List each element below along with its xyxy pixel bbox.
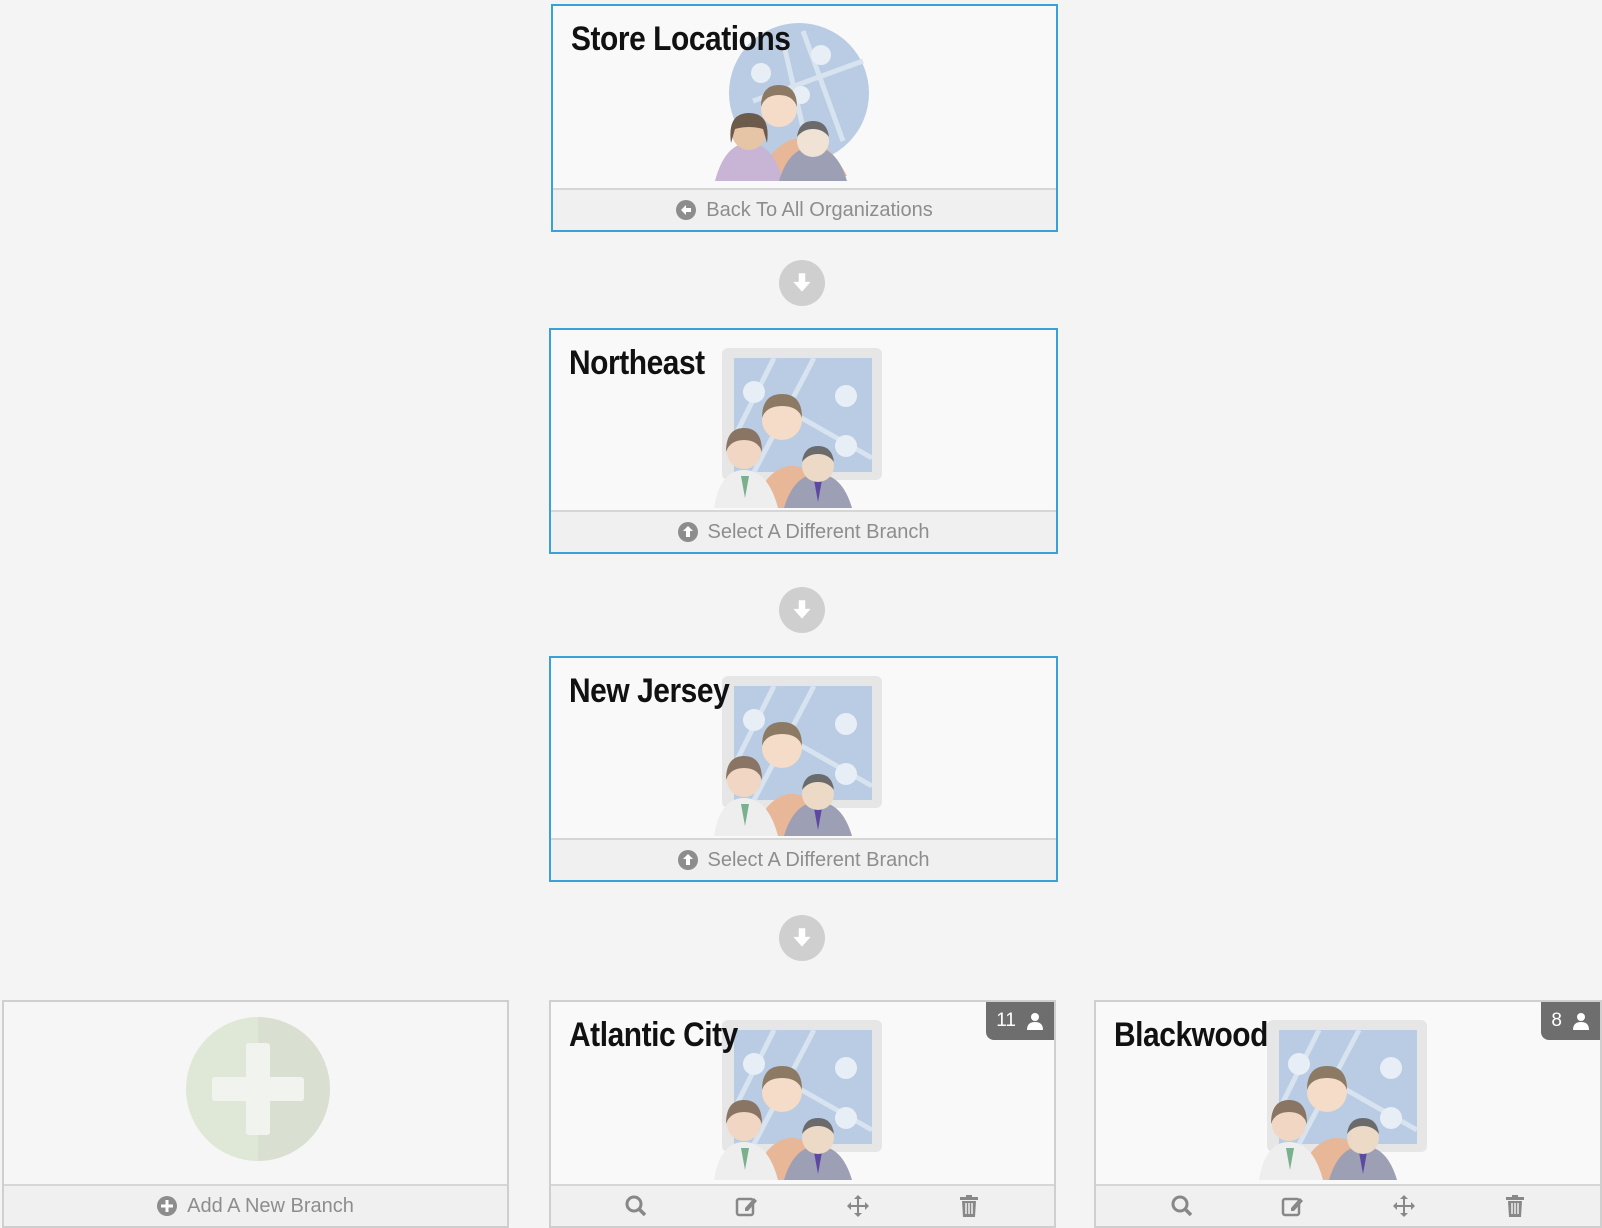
member-count: 8 <box>1551 1010 1562 1031</box>
branch-card-blackwood: Blackwood 8 <box>1094 1000 1602 1228</box>
arrow-down-icon <box>779 587 825 633</box>
branch-toolbar <box>551 1184 1054 1226</box>
people-illustration-icon <box>713 1020 885 1180</box>
footer-label: Back To All Organizations <box>706 198 933 221</box>
move-icon[interactable] <box>1392 1194 1416 1218</box>
card-title: Atlantic City <box>569 1016 738 1054</box>
circle-arrow-up-icon <box>677 850 698 870</box>
people-illustration-icon <box>713 348 885 508</box>
branch-card-atlantic-city: Atlantic City 11 <box>549 1000 1056 1228</box>
arrow-down-icon <box>779 260 825 306</box>
branch-toolbar <box>1096 1184 1600 1226</box>
people-illustration-icon <box>713 676 885 836</box>
plus-circle-icon <box>186 1017 330 1161</box>
arrow-down-icon <box>779 915 825 961</box>
back-to-all-organizations-button[interactable]: Back To All Organizations <box>553 188 1056 230</box>
footer-label: Select A Different Branch <box>707 520 930 543</box>
edit-icon[interactable] <box>735 1194 759 1218</box>
member-count: 11 <box>996 1010 1016 1031</box>
add-branch-card[interactable]: Add A New Branch <box>2 1000 509 1228</box>
edit-icon[interactable] <box>1281 1194 1305 1218</box>
user-icon <box>1027 1013 1043 1030</box>
card-title: Northeast <box>569 344 705 382</box>
org-card-store-locations: Store Locations Back To All Organization… <box>551 4 1058 232</box>
trash-icon[interactable] <box>957 1194 981 1218</box>
branch-card-new-jersey: New Jersey Select A Different Branch <box>549 656 1058 882</box>
select-different-branch-button[interactable]: Select A Different Branch <box>551 510 1056 552</box>
add-new-branch-button[interactable]: Add A New Branch <box>4 1184 507 1226</box>
search-icon[interactable] <box>624 1194 648 1218</box>
card-title: Blackwood <box>1114 1016 1268 1054</box>
footer-label: Add A New Branch <box>187 1194 354 1217</box>
select-different-branch-button[interactable]: Select A Different Branch <box>551 838 1056 880</box>
member-count-badge: 11 <box>986 1002 1054 1040</box>
people-illustration-icon <box>1258 1020 1430 1180</box>
card-title: Store Locations <box>571 20 791 58</box>
circle-arrow-left-icon <box>676 200 697 220</box>
member-count-badge: 8 <box>1541 1002 1600 1040</box>
circle-arrow-up-icon <box>677 522 698 542</box>
branch-card-northeast: Northeast Select A Different Branch <box>549 328 1058 554</box>
plus-circle-small-icon <box>157 1196 178 1216</box>
search-icon[interactable] <box>1170 1194 1194 1218</box>
trash-icon[interactable] <box>1503 1194 1527 1218</box>
footer-label: Select A Different Branch <box>707 848 930 871</box>
move-icon[interactable] <box>846 1194 870 1218</box>
user-icon <box>1573 1013 1589 1030</box>
card-title: New Jersey <box>569 672 730 710</box>
